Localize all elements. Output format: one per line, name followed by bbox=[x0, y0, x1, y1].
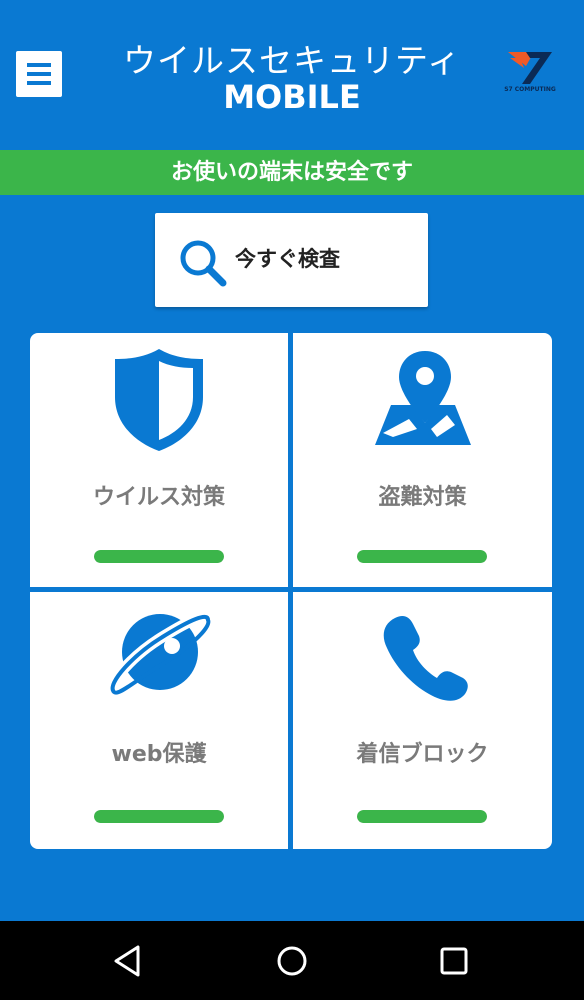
back-triangle-icon[interactable] bbox=[108, 941, 148, 981]
system-navigation-bar bbox=[0, 921, 584, 1000]
hamburger-menu-icon[interactable] bbox=[16, 51, 62, 97]
security-status-banner: お使いの端末は安全です bbox=[0, 150, 584, 195]
feature-label: 着信ブロック bbox=[356, 742, 489, 767]
magnifier-icon bbox=[180, 240, 227, 287]
feature-progress-bar bbox=[94, 810, 224, 823]
feature-progress-bar bbox=[357, 810, 487, 823]
feature-label: web保護 bbox=[111, 742, 207, 767]
phone-icon bbox=[383, 616, 468, 701]
feature-progress-fill bbox=[357, 810, 487, 823]
scan-now-button[interactable]: 今すぐ検査 bbox=[155, 213, 428, 307]
feature-label: ウイルス対策 bbox=[92, 485, 225, 510]
scan-now-label: 今すぐ検査 bbox=[235, 247, 340, 271]
feature-progress-bar bbox=[357, 550, 487, 563]
feature-progress-bar bbox=[94, 550, 224, 563]
feature-tile-web[interactable]: web保護 bbox=[30, 592, 288, 849]
home-circle-icon[interactable] bbox=[272, 941, 312, 981]
recents-square-icon[interactable] bbox=[434, 941, 474, 981]
app-subtitle: MOBILE bbox=[223, 78, 361, 116]
menu-line bbox=[27, 63, 51, 67]
brand-logo-icon: S7 COMPUTING bbox=[504, 46, 556, 96]
feature-progress-fill bbox=[94, 810, 224, 823]
feature-progress-fill bbox=[94, 550, 224, 563]
feature-progress-fill bbox=[357, 550, 487, 563]
planet-globe-icon bbox=[107, 611, 214, 696]
menu-line bbox=[27, 81, 51, 85]
map-pin-icon bbox=[374, 351, 471, 445]
brand-name: S7 COMPUTING bbox=[504, 86, 556, 93]
menu-line bbox=[27, 72, 51, 76]
feature-tile-call-block[interactable]: 着信ブロック bbox=[293, 592, 552, 849]
feature-label: 盗難対策 bbox=[378, 485, 467, 510]
brand-logo-mark bbox=[508, 52, 552, 84]
feature-grid: ウイルス対策 盗難対策 web保護 着信ブロック bbox=[30, 333, 552, 849]
feature-tile-theft[interactable]: 盗難対策 bbox=[293, 333, 552, 587]
app-header: ウイルスセキュリティ MOBILE S7 COMPUTING bbox=[0, 0, 584, 150]
app-title: ウイルスセキュリティ bbox=[122, 41, 462, 80]
shield-icon bbox=[115, 349, 203, 451]
feature-tile-virus[interactable]: ウイルス対策 bbox=[30, 333, 288, 587]
